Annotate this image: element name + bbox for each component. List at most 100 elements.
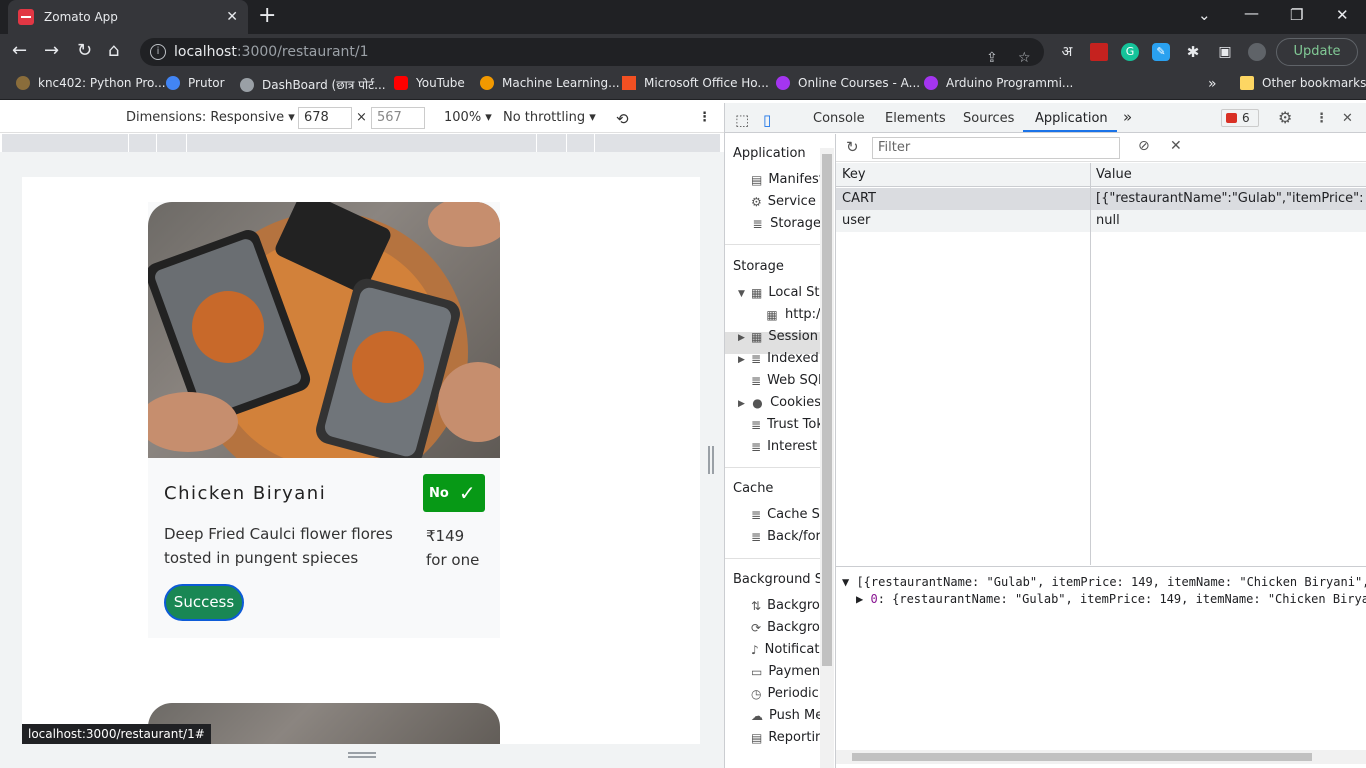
devtools-menu-icon[interactable]: ⋮	[1315, 111, 1328, 126]
sidebar-item-service-workers[interactable]: ⚙Service Workers	[751, 194, 821, 209]
scrollbar-thumb[interactable]	[822, 154, 832, 666]
database-icon: ≣	[751, 439, 762, 454]
sidebar-item-session-storage[interactable]: ▦Session Storage	[751, 329, 821, 344]
media-query-ruler[interactable]	[2, 134, 720, 152]
column-header-key[interactable]: Key	[836, 163, 1090, 187]
sidebar-item-background-fetch[interactable]: ⇅Background Fetch	[751, 598, 821, 613]
minimize-icon[interactable]: —	[1244, 4, 1259, 22]
side-panel-icon[interactable]: ▣	[1216, 43, 1234, 61]
column-divider[interactable]	[1090, 163, 1091, 565]
bookmark-item[interactable]: Online Courses - A...	[776, 76, 920, 90]
url-host: localhost	[174, 44, 237, 60]
tab-elements[interactable]: Elements	[885, 111, 946, 126]
delete-selected-icon[interactable]: ✕	[1170, 138, 1182, 154]
back-icon[interactable]: ←	[12, 41, 27, 61]
extensions-puzzle-icon[interactable]: ✱	[1184, 43, 1202, 61]
update-button[interactable]: Update	[1276, 38, 1358, 66]
close-devtools-icon[interactable]: ✕	[1342, 111, 1353, 126]
forward-icon[interactable]: →	[44, 41, 59, 61]
preview-line[interactable]: ▶ 0: {restaurantName: "Gulab", itemPrice…	[856, 592, 1366, 606]
home-icon[interactable]: ⌂	[108, 41, 119, 61]
horizontal-scrollbar[interactable]	[836, 750, 1366, 764]
sidebar-item-background-sync[interactable]: ⟳Background Sync	[751, 620, 821, 635]
collapsed-arrow-icon[interactable]: ▶	[738, 355, 745, 365]
sidebar-item-periodic-sync[interactable]: ◷Periodic Background Sync	[751, 686, 821, 701]
veg-status-badge: No ✓	[423, 474, 485, 512]
height-input[interactable]: 567	[371, 107, 425, 129]
close-window-icon[interactable]: ✕	[1336, 6, 1349, 24]
sidebar-item-manifest[interactable]: ▤ Manifest	[751, 172, 821, 187]
share-icon[interactable]: ⇪	[986, 44, 998, 72]
dimensions-dropdown[interactable]: Dimensions: Responsive ▾	[126, 110, 295, 125]
zoom-dropdown[interactable]: 100% ▾	[444, 110, 492, 125]
bookmark-item[interactable]: Machine Learning...	[480, 76, 620, 90]
error-count-badge[interactable]: 6	[1221, 109, 1259, 127]
throttling-dropdown[interactable]: No throttling ▾	[503, 110, 596, 125]
collapsed-arrow-icon[interactable]: ▶	[738, 399, 745, 409]
sidebar-item-back-forward-cache[interactable]: ≣Back/forward cache	[751, 529, 821, 544]
tab-sources[interactable]: Sources	[963, 111, 1014, 126]
device-toggle-icon[interactable]: ▯	[763, 111, 771, 129]
bookmark-item[interactable]: YouTube	[394, 76, 465, 90]
bookmark-item[interactable]: Arduino Programmi...	[924, 76, 1073, 90]
grammarly-icon[interactable]: G	[1121, 43, 1139, 61]
url-path: :3000/restaurant/1	[236, 44, 369, 60]
inspect-element-icon[interactable]: ⬚	[735, 111, 749, 129]
bookmark-item[interactable]: Prutor	[166, 76, 225, 90]
tab-console[interactable]: Console	[813, 111, 865, 126]
bookmark-star-icon[interactable]: ☆	[1018, 44, 1031, 72]
more-options-icon[interactable]: ⋮	[698, 110, 711, 125]
cloud-icon: ☁	[751, 708, 763, 723]
sidebar-item-web-sql[interactable]: ≣ Web SQL	[751, 373, 821, 388]
success-button[interactable]: Success	[164, 584, 244, 621]
sidebar-item-trust-tokens[interactable]: ≣Trust Tokens	[751, 417, 821, 432]
sidebar-item-notifications[interactable]: ♪Notifications	[751, 642, 821, 657]
reload-icon[interactable]: ↻	[77, 41, 92, 61]
bookmark-item[interactable]: knc402: Python Pro...	[16, 76, 166, 90]
sidebar-item-interest-groups[interactable]: ≣Interest Groups	[751, 439, 821, 454]
browser-tab[interactable]: Zomato App ✕	[8, 0, 248, 34]
table-row[interactable]: CART [{"restaurantName":"Gulab","itemPri…	[836, 188, 1366, 210]
sidebar-item-cookies[interactable]: ● Cookies	[751, 395, 821, 410]
settings-gear-icon[interactable]: ⚙	[1278, 108, 1292, 127]
scrollbar-thumb[interactable]	[852, 753, 1312, 761]
sidebar-item-cache-storage[interactable]: ≣Cache Storage	[751, 507, 821, 522]
site-info-icon[interactable]: i	[150, 44, 166, 60]
column-header-value[interactable]: Value	[1090, 163, 1366, 187]
resize-handle-bottom[interactable]	[348, 752, 376, 758]
sidebar-item-push-messaging[interactable]: ☁Push Messaging	[751, 708, 821, 723]
pen-extension-icon[interactable]: ✎	[1152, 43, 1170, 61]
other-bookmarks-folder[interactable]: Other bookmarks	[1240, 76, 1366, 90]
width-input[interactable]: 678	[298, 107, 352, 129]
pizza-photo	[148, 202, 500, 458]
tab-title: Zomato App	[44, 10, 118, 24]
sidebar-item-reporting-api[interactable]: ▤Reporting API	[751, 730, 821, 745]
sidebar-item-indexeddb[interactable]: ≣IndexedDB	[751, 351, 821, 366]
preview-line[interactable]: ▼ [{restaurantName: "Gulab", itemPrice: …	[842, 575, 1366, 589]
profile-avatar[interactable]	[1248, 43, 1266, 61]
sidebar-scrollbar[interactable]	[820, 148, 834, 768]
refresh-icon[interactable]: ↻	[846, 138, 859, 156]
bookmark-item[interactable]: Microsoft Office Ho...	[622, 76, 769, 90]
expanded-arrow-icon[interactable]: ▼	[738, 289, 745, 299]
tab-close-icon[interactable]: ✕	[226, 9, 238, 25]
new-tab-button[interactable]: +	[258, 5, 276, 27]
sidebar-item-local-storage[interactable]: ▦Local Storage	[751, 285, 821, 300]
sidebar-item-payment-handler[interactable]: ▭Payment Handler	[751, 664, 821, 679]
filter-input[interactable]: Filter	[872, 137, 1120, 159]
book-extension-icon[interactable]	[1090, 43, 1108, 61]
address-bar[interactable]: i localhost:3000/restaurant/1 ⇪ ☆	[140, 38, 1044, 66]
collapsed-arrow-icon[interactable]: ▶	[738, 333, 745, 343]
more-tabs-icon[interactable]: »	[1123, 108, 1132, 126]
sidebar-item-storage[interactable]: ≣ Storage	[751, 216, 821, 231]
resize-handle-right[interactable]	[708, 446, 714, 474]
clear-all-icon[interactable]: ⊘	[1138, 138, 1150, 154]
rotate-icon[interactable]: ⟲	[616, 110, 629, 128]
tab-application[interactable]: Application	[1035, 111, 1108, 126]
restore-icon[interactable]: ❐	[1290, 6, 1303, 24]
tab-search-icon[interactable]: ⌄	[1198, 6, 1211, 24]
bookmark-item[interactable]: DashBoard (छात्र पोर्ट...	[240, 76, 386, 93]
table-row[interactable]: user null	[836, 210, 1366, 232]
more-bookmarks-icon[interactable]: »	[1208, 76, 1217, 92]
hindi-extension-icon[interactable]: अ	[1058, 43, 1076, 61]
